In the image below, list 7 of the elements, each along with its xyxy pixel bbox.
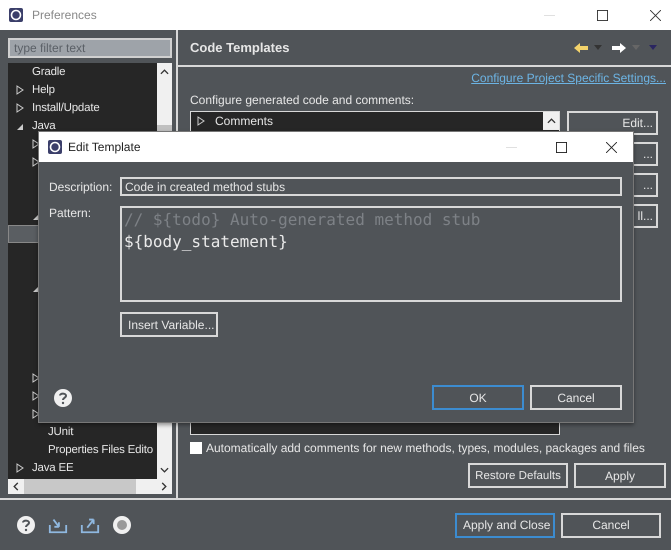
window-title: Preferences — [32, 8, 97, 22]
intro-text: Configure generated code and comments: — [190, 93, 416, 107]
page-title: Code Templates — [190, 40, 290, 55]
dialog-title: Edit Template — [68, 140, 140, 154]
pattern-label: Pattern: — [49, 206, 92, 220]
description-label: Description: — [49, 180, 114, 194]
checkbox-label: Automatically add comments for new methods, types, modules, packages and files — [206, 441, 645, 455]
